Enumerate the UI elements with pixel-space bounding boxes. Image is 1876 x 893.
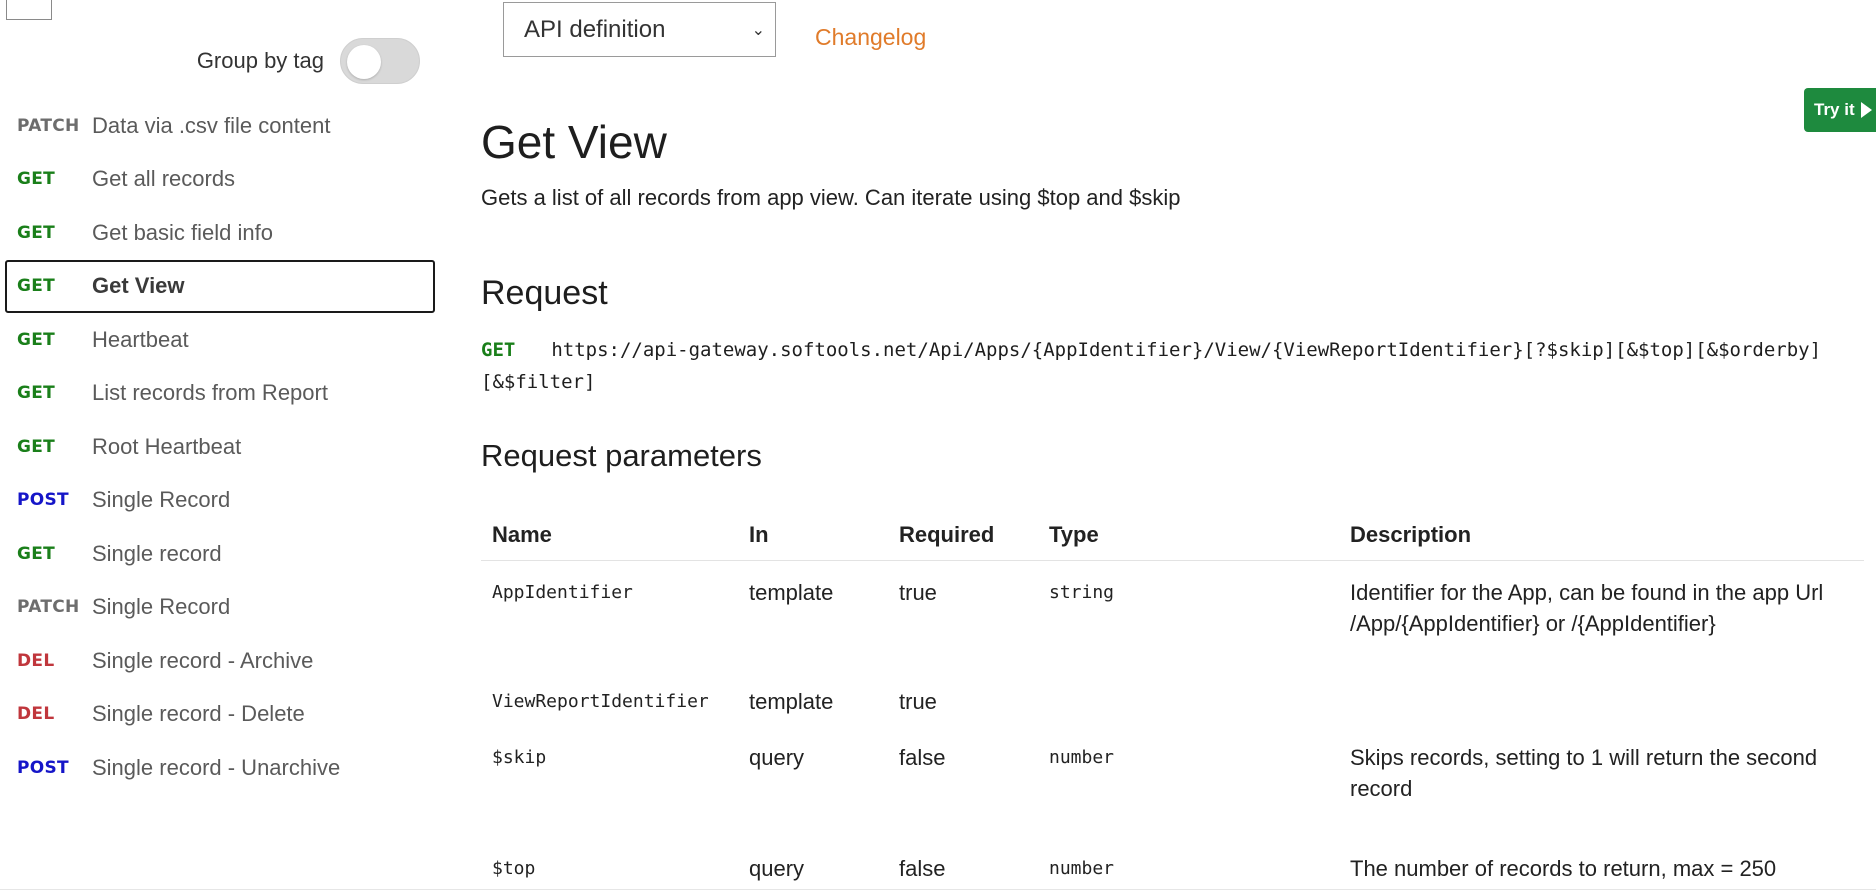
changelog-link[interactable]: Changelog — [815, 24, 926, 51]
page-title: Get View — [481, 116, 667, 168]
operation-item[interactable]: PATCH Single Record — [5, 581, 435, 635]
operation-name: Single Record — [92, 487, 231, 513]
method-badge: GET — [17, 436, 56, 457]
param-required: true — [899, 579, 937, 605]
operation-name: Get all records — [92, 166, 236, 192]
chevron-down-icon: ⌄ — [751, 21, 765, 39]
request-url-line: GET https://api-gateway.softools.net/Api/… — [481, 334, 1851, 398]
params-header-row: Name In Required Type Description — [481, 510, 1864, 561]
bottom-divider — [0, 889, 1876, 890]
column-header: Type — [1038, 510, 1339, 561]
method-badge: POST — [17, 490, 69, 511]
table-row: $skip query false number Skips records, … — [481, 726, 1864, 837]
param-in: query — [749, 745, 805, 770]
operation-item-active[interactable]: GET Get View — [5, 259, 435, 313]
param-in: template — [749, 579, 834, 605]
method-badge: GET — [17, 222, 56, 243]
method-badge: GET — [17, 329, 56, 350]
param-description: The number of records to return, max = 2… — [1350, 856, 1777, 881]
method-badge: GET — [17, 169, 56, 190]
request-method: GET — [481, 339, 516, 361]
param-name: ViewReportIdentifier — [492, 691, 709, 712]
operation-item[interactable]: GET Root Heartbeat — [5, 420, 435, 474]
param-description: Identifier for the App, can be found in … — [1350, 579, 1824, 636]
param-description — [1339, 670, 1864, 726]
operation-name: Root Heartbeat — [92, 433, 242, 459]
column-header: Description — [1339, 510, 1864, 561]
table-row: ViewReportIdentifier template true — [481, 670, 1864, 726]
operation-item[interactable]: POST Single record - Unarchive — [5, 741, 435, 795]
param-name: $skip — [492, 747, 547, 768]
api-definition-select[interactable]: API definition ⌄ — [503, 2, 776, 57]
param-required: false — [899, 745, 946, 770]
column-header: Required — [888, 510, 1038, 561]
param-in: query — [749, 856, 805, 881]
operation-item[interactable]: GET List records from Report — [5, 367, 435, 421]
method-badge: PATCH — [17, 597, 80, 618]
operation-item[interactable]: DEL Single record - Delete — [5, 688, 435, 742]
operation-item[interactable]: GET Heartbeat — [5, 313, 435, 367]
group-by-tag-label: Group by tag — [196, 48, 324, 73]
params-heading: Request parameters — [481, 438, 762, 473]
group-by-tag-toggle[interactable] — [340, 38, 420, 84]
operation-name: Single Record — [92, 594, 231, 620]
param-required: false — [899, 856, 946, 881]
operation-item[interactable]: PATCH Data via .csv file content — [5, 99, 435, 153]
method-badge: POST — [17, 757, 69, 778]
method-badge: PATCH — [17, 115, 80, 136]
param-description: Skips records, setting to 1 will return … — [1350, 745, 1818, 801]
operation-item[interactable]: GET Single record — [5, 527, 435, 581]
operation-name: Get View — [92, 273, 185, 299]
play-icon — [1860, 102, 1872, 118]
operation-item[interactable]: POST Single Record — [5, 474, 435, 528]
param-type: number — [1049, 858, 1115, 879]
operation-name: Single record - Delete — [92, 701, 305, 727]
group-by-tag-row: Group by tag — [197, 38, 420, 84]
operation-name: Get basic field info — [92, 219, 273, 245]
try-it-button[interactable]: Try it — [1804, 88, 1876, 132]
operation-name: Data via .csv file content — [92, 112, 331, 138]
table-row: AppIdentifier template true string Ident… — [481, 560, 1864, 670]
param-type: string — [1049, 581, 1115, 603]
operation-item[interactable]: DEL Single record - Archive — [5, 634, 435, 688]
param-type: number — [1049, 747, 1115, 768]
operation-list: PATCH Data via .csv file content GET Get… — [5, 99, 435, 795]
operation-name: Single record — [92, 540, 222, 566]
request-url: https://api-gateway.softools.net/Api/App… — [481, 339, 1822, 393]
request-heading: Request — [481, 274, 608, 312]
method-badge: DEL — [17, 650, 55, 671]
method-badge: DEL — [17, 704, 55, 725]
column-header: Name — [481, 510, 738, 561]
try-it-label: Try it — [1814, 100, 1855, 119]
param-required: true — [899, 689, 937, 714]
method-badge: GET — [17, 276, 56, 297]
api-select-value: API definition — [524, 15, 666, 43]
operation-name: Heartbeat — [92, 326, 189, 352]
param-name: $top — [492, 858, 536, 879]
operation-name: Single record - Unarchive — [92, 754, 341, 780]
operation-item[interactable]: GET Get basic field info — [5, 206, 435, 260]
method-badge: GET — [17, 543, 56, 564]
operation-name: Single record - Archive — [92, 647, 314, 673]
operations-sidebar: Group by tag PATCH Data via .csv file co… — [0, 0, 440, 893]
param-in: template — [749, 689, 834, 714]
param-type — [1038, 670, 1339, 726]
param-name: AppIdentifier — [492, 581, 633, 603]
operation-description: Gets a list of all records from app view… — [481, 185, 1181, 210]
operation-name: List records from Report — [92, 380, 328, 406]
operation-item[interactable]: GET Get all records — [5, 153, 435, 207]
params-table: Name In Required Type Description AppIde… — [481, 510, 1864, 893]
table-row: $top query false number The number of re… — [481, 837, 1864, 893]
column-header: In — [738, 510, 888, 561]
method-badge: GET — [17, 383, 56, 404]
toggle-knob — [347, 45, 381, 79]
